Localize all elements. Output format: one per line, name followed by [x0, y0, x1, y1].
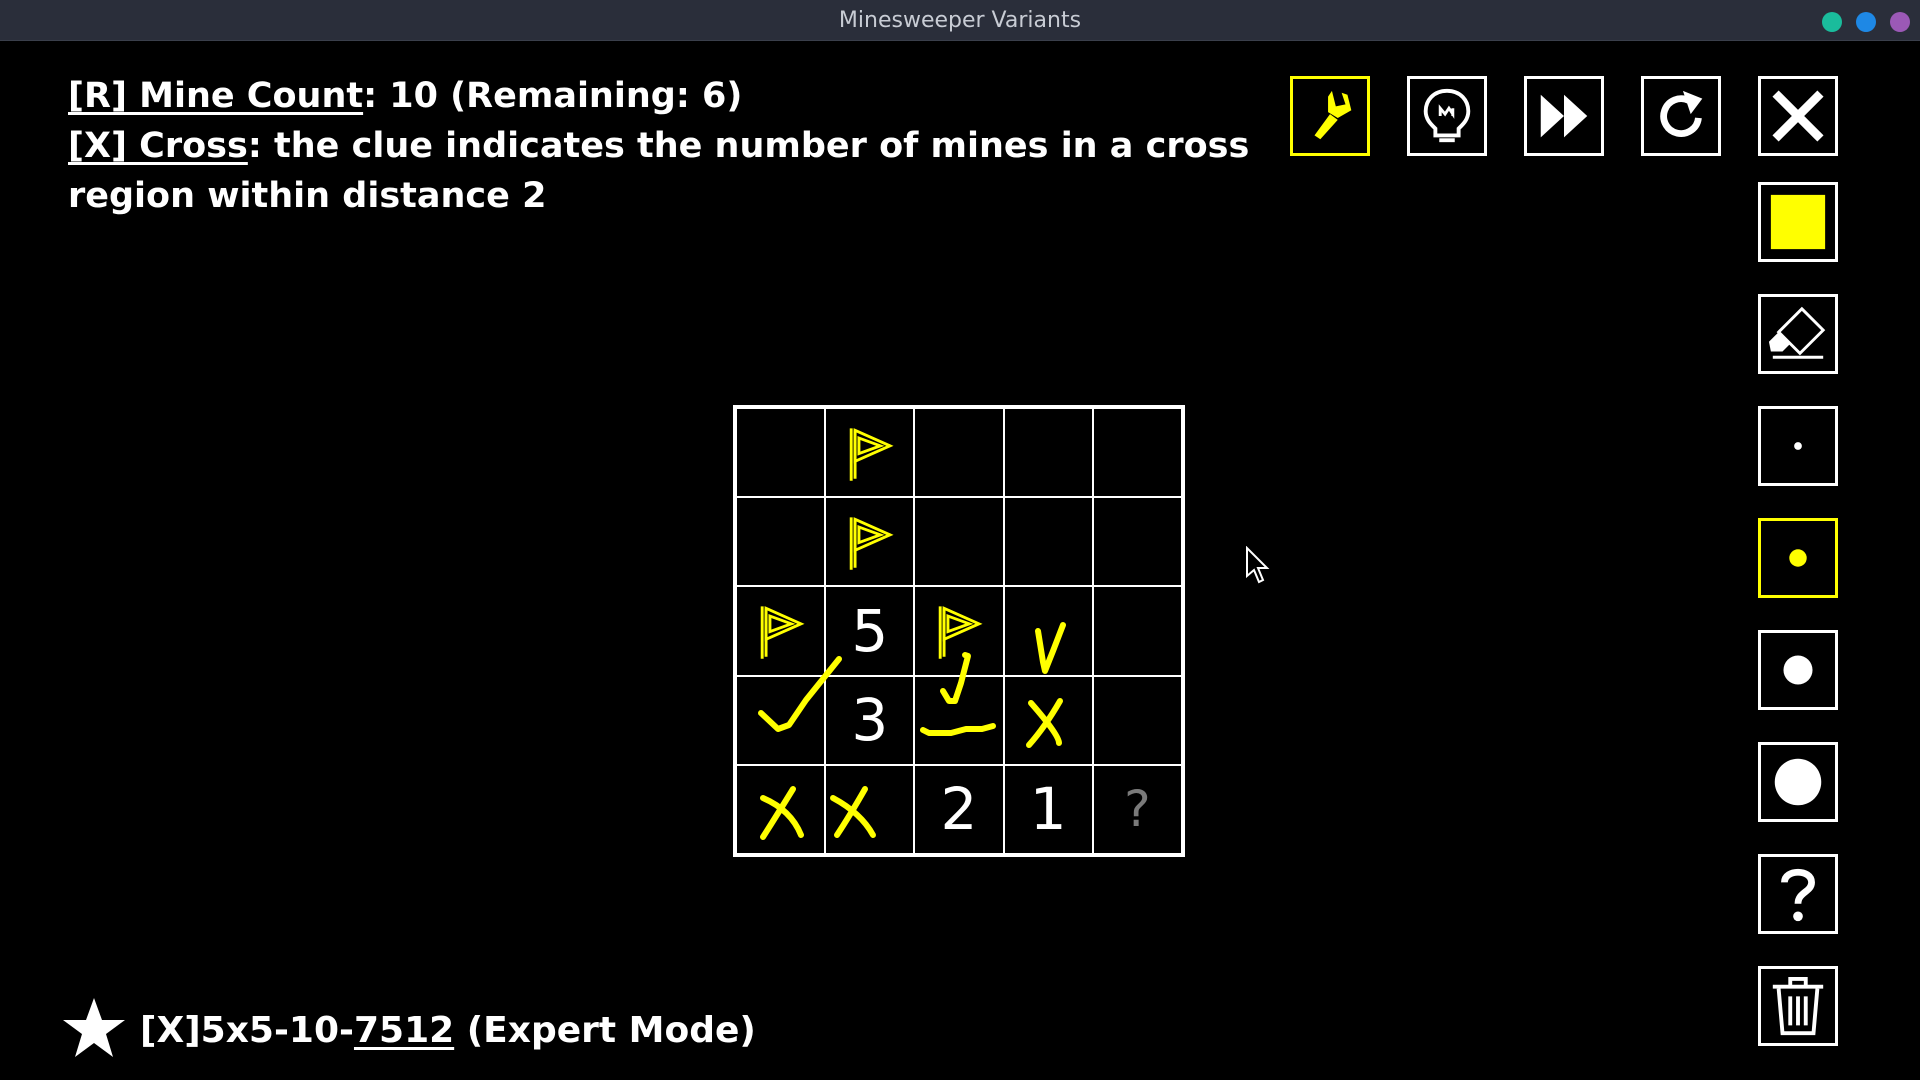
cell-r5-c2[interactable]: [825, 764, 915, 854]
title-bar: Minesweeper Variants: [0, 0, 1920, 41]
cell-r3-c2[interactable]: 5: [825, 586, 915, 676]
pen-size-tiny-button[interactable]: [1758, 406, 1838, 486]
cell-r2-c1[interactable]: [736, 497, 826, 587]
fast-forward-icon: [1540, 94, 1588, 138]
rule-r-text: : 10 (Remaining: 6): [363, 76, 743, 116]
unknown-mark-button[interactable]: [1758, 854, 1838, 934]
cell-r5-c1[interactable]: [736, 764, 826, 854]
brush-tool-button[interactable]: [1290, 76, 1370, 156]
rule-x-link[interactable]: [X] Cross: [68, 126, 248, 166]
hint-button[interactable]: [1407, 76, 1487, 156]
mine-count-rule: [R] Mine Count: 10 (Remaining: 6): [68, 76, 742, 116]
cell-r4-c1[interactable]: [736, 675, 826, 765]
close-icon: [1772, 90, 1824, 142]
rule-r-link[interactable]: [R] Mine Count: [68, 76, 363, 116]
cell-r2-c5[interactable]: [1092, 497, 1182, 587]
cell-r2-c2[interactable]: [825, 497, 915, 587]
cross-rule: [X] Cross: the clue indicates the number…: [68, 126, 1249, 166]
dot-large-icon: [1774, 758, 1822, 806]
maximize-button[interactable]: [1856, 12, 1876, 32]
window-title: Minesweeper Variants: [838, 8, 1082, 33]
unknown-clue: ?: [1124, 780, 1151, 839]
clue-number: 5: [851, 596, 889, 665]
cell-r5-c3[interactable]: 2: [914, 764, 1004, 854]
minimize-button[interactable]: [1822, 12, 1842, 32]
cell-r1-c4[interactable]: [1003, 408, 1093, 498]
puzzle-id: [X]5x5-10-7512 (Expert Mode): [140, 1010, 756, 1051]
flag-icon: [849, 517, 894, 570]
cell-r5-c5[interactable]: ?: [1092, 764, 1182, 854]
cell-r2-c4[interactable]: [1003, 497, 1093, 587]
close-window-button[interactable]: [1890, 12, 1910, 32]
pen-size-small-button[interactable]: [1758, 518, 1838, 598]
clear-button[interactable]: [1758, 966, 1838, 1046]
cross-rule-continued: region within distance 2: [68, 176, 547, 216]
puzzle-seed-link[interactable]: 7512: [354, 1010, 454, 1051]
clue-number: 2: [940, 775, 978, 844]
cell-r1-c2[interactable]: [825, 408, 915, 498]
cell-r1-c5[interactable]: [1092, 408, 1182, 498]
close-button[interactable]: [1758, 76, 1838, 156]
lightbulb-icon: [1423, 88, 1471, 143]
restart-button[interactable]: [1641, 76, 1721, 156]
dot-medium-icon: [1783, 655, 1813, 685]
cell-r1-c3[interactable]: [914, 408, 1004, 498]
cell-r3-c4[interactable]: [1003, 586, 1093, 676]
cell-r4-c2[interactable]: 3: [825, 675, 915, 765]
brush-icon: [1314, 90, 1352, 140]
dot-tiny-icon: [1794, 442, 1802, 450]
cell-r4-c5[interactable]: [1092, 675, 1182, 765]
pen-size-large-button[interactable]: [1758, 742, 1838, 822]
dot-small-icon: [1789, 549, 1807, 567]
trash-icon: [1772, 976, 1824, 1036]
cell-r1-c1[interactable]: [736, 408, 826, 498]
puzzle-mode: (Expert Mode): [454, 1010, 756, 1051]
puzzle-prefix: [X]5x5-10-: [140, 1010, 354, 1051]
cell-r5-c4[interactable]: 1: [1003, 764, 1093, 854]
pen-size-medium-button[interactable]: [1758, 630, 1838, 710]
cell-r3-c5[interactable]: [1092, 586, 1182, 676]
cell-r4-c3[interactable]: [914, 675, 1004, 765]
eraser-button[interactable]: [1758, 294, 1838, 374]
flag-icon: [849, 428, 894, 481]
cell-r2-c3[interactable]: [914, 497, 1004, 587]
color-fill-button[interactable]: [1758, 182, 1838, 262]
flag-icon: [939, 606, 983, 660]
cell-r3-c1[interactable]: [736, 586, 826, 676]
favorite-star-icon[interactable]: [62, 996, 126, 1060]
mouse-cursor-icon: [1246, 546, 1270, 584]
cell-r4-c4[interactable]: [1003, 675, 1093, 765]
refresh-icon: [1660, 90, 1703, 137]
skip-button[interactable]: [1524, 76, 1604, 156]
cell-r3-c3[interactable]: [914, 586, 1004, 676]
flag-icon: [760, 606, 805, 660]
eraser-icon: [1768, 306, 1826, 359]
yellow-square-icon: [1770, 194, 1826, 250]
game-board: 5 3 2 1?: [733, 405, 1185, 857]
clue-number: 3: [851, 686, 889, 755]
question-icon: [1781, 868, 1815, 922]
rule-x-text: : the clue indicates the number of mines…: [247, 126, 1250, 166]
clue-number: 1: [1029, 775, 1067, 844]
